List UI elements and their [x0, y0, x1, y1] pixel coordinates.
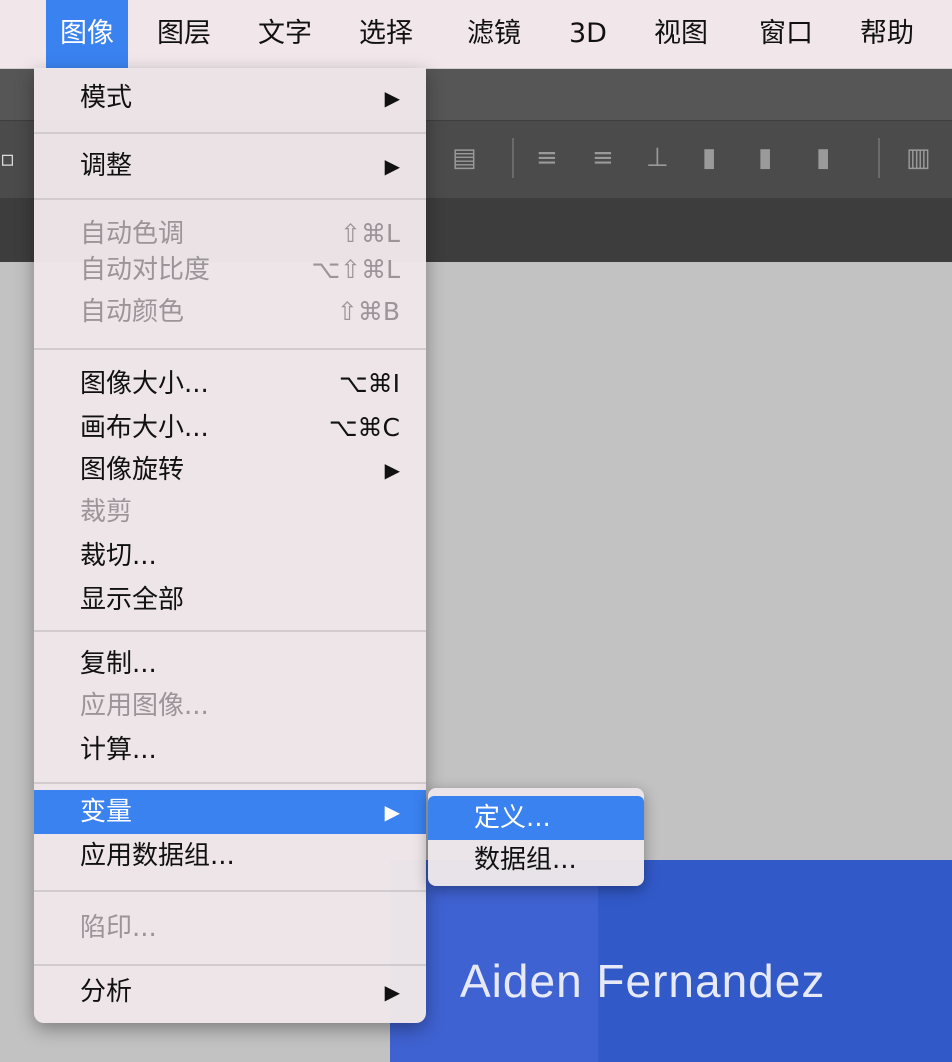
- menu-shortcut: ⌥⌘C: [328, 413, 400, 442]
- menu-item-label: 自动颜色: [80, 297, 185, 327]
- menu-layer[interactable]: 图层: [143, 0, 225, 68]
- submenu-item-define[interactable]: 定义...: [428, 796, 644, 840]
- submenu-arrow-icon: ▶: [384, 86, 400, 110]
- submenu-arrow-icon: ▶: [384, 980, 400, 1004]
- menu-filter[interactable]: 滤镜: [453, 0, 535, 68]
- menu-item-auto-contrast: 自动对比度 ⌥⇧⌘L: [34, 248, 426, 292]
- menu-item-crop: 裁剪: [34, 490, 426, 534]
- menu-item-label: 显示全部: [80, 585, 185, 615]
- menu-item-image-rotation[interactable]: 图像旋转 ▶: [34, 448, 426, 492]
- menu-shortcut: ⇧⌘B: [336, 297, 400, 326]
- menu-item-duplicate[interactable]: 复制...: [34, 642, 426, 686]
- menu-separator: [34, 782, 426, 784]
- menu-item-trap: 陷印...: [34, 906, 426, 950]
- menu-item-reveal-all[interactable]: 显示全部: [34, 578, 426, 622]
- menu-bar: 图像 图层 文字 选择 滤镜 3D 视图 窗口 帮助: [0, 0, 952, 69]
- menu-separator: [34, 630, 426, 632]
- distribute-hcenter-icon[interactable]: ▮: [758, 138, 772, 178]
- menu-separator: [34, 890, 426, 892]
- menu-item-calculations[interactable]: 计算...: [34, 728, 426, 772]
- menu-item-apply-image: 应用图像...: [34, 684, 426, 728]
- distribute-bottom-icon[interactable]: ⊥: [646, 138, 669, 178]
- menu-item-label: 复制...: [80, 649, 157, 679]
- menu-item-label: 调整: [80, 151, 133, 181]
- menu-item-label: 计算...: [80, 735, 157, 765]
- distribute-left-icon[interactable]: ▮: [702, 138, 716, 178]
- menu-item-trim[interactable]: 裁切...: [34, 534, 426, 578]
- menu-item-mode[interactable]: 模式 ▶: [34, 76, 426, 120]
- auto-align-icon[interactable]: ▥: [906, 138, 931, 178]
- canvas-name-text: Aiden Fernandez: [460, 955, 826, 1007]
- menu-item-label: 应用数据组...: [80, 841, 235, 871]
- menu-item-auto-color: 自动颜色 ⇧⌘B: [34, 290, 426, 334]
- menu-type[interactable]: 文字: [244, 0, 326, 68]
- menu-window[interactable]: 窗口: [745, 0, 827, 68]
- menu-3d[interactable]: 3D: [555, 0, 621, 68]
- menu-item-label: 分析: [80, 977, 133, 1007]
- distribute-right-icon[interactable]: ▮: [816, 138, 830, 178]
- menu-item-label: 图像旋转: [80, 455, 185, 485]
- menu-item-label: 图像大小...: [80, 369, 209, 399]
- menu-image[interactable]: 图像: [46, 0, 128, 68]
- image-menu-dropdown: 模式 ▶ 调整 ▶ 自动色调 ⇧⌘L 自动对比度 ⌥⇧⌘L 自动颜色 ⇧⌘B 图…: [34, 68, 426, 1023]
- menu-select[interactable]: 选择: [345, 0, 427, 68]
- menu-item-label: 画布大小...: [80, 413, 209, 443]
- submenu-arrow-icon: ▶: [384, 154, 400, 178]
- menu-separator: [34, 348, 426, 350]
- menu-item-label: 裁剪: [80, 497, 133, 527]
- menu-item-label: 数据组...: [474, 845, 577, 875]
- variables-submenu: 定义... 数据组...: [428, 788, 644, 886]
- menu-item-label: 定义...: [474, 803, 551, 833]
- menu-item-label: 变量: [80, 797, 133, 827]
- menu-separator: [34, 198, 426, 200]
- submenu-item-data-sets[interactable]: 数据组...: [428, 838, 644, 882]
- menu-item-image-size[interactable]: 图像大小... ⌥⌘I: [34, 362, 426, 406]
- menu-separator: [34, 964, 426, 966]
- toolbar-fragment-icon: ▫: [0, 147, 15, 172]
- menu-view[interactable]: 视图: [640, 0, 722, 68]
- menu-help[interactable]: 帮助: [846, 0, 928, 68]
- menu-item-variables[interactable]: 变量 ▶: [34, 790, 426, 834]
- submenu-arrow-icon: ▶: [384, 458, 400, 482]
- align-right-icon[interactable]: ▤: [452, 138, 477, 178]
- menu-shortcut: ⌥⌘I: [338, 369, 400, 398]
- menu-separator: [34, 132, 426, 134]
- toolbar-divider: [512, 138, 514, 178]
- menu-item-label: 应用图像...: [80, 691, 209, 721]
- menu-item-adjustments[interactable]: 调整 ▶: [34, 144, 426, 188]
- menu-item-label: 裁切...: [80, 541, 157, 571]
- menu-item-label: 模式: [80, 83, 133, 113]
- distribute-vcenter-icon[interactable]: ≡: [592, 138, 614, 178]
- menu-item-analysis[interactable]: 分析 ▶: [34, 970, 426, 1014]
- distribute-top-icon[interactable]: ≡: [536, 138, 558, 178]
- submenu-arrow-icon: ▶: [384, 800, 400, 824]
- menu-item-canvas-size[interactable]: 画布大小... ⌥⌘C: [34, 406, 426, 450]
- toolbar-divider: [878, 138, 880, 178]
- canvas-name-card: Aiden Fernandez: [390, 860, 952, 1062]
- menu-shortcut: ⌥⇧⌘L: [311, 255, 400, 284]
- menu-item-label: 陷印...: [80, 913, 157, 943]
- menu-item-label: 自动对比度: [80, 255, 211, 285]
- menu-item-apply-data-set[interactable]: 应用数据组...: [34, 834, 426, 878]
